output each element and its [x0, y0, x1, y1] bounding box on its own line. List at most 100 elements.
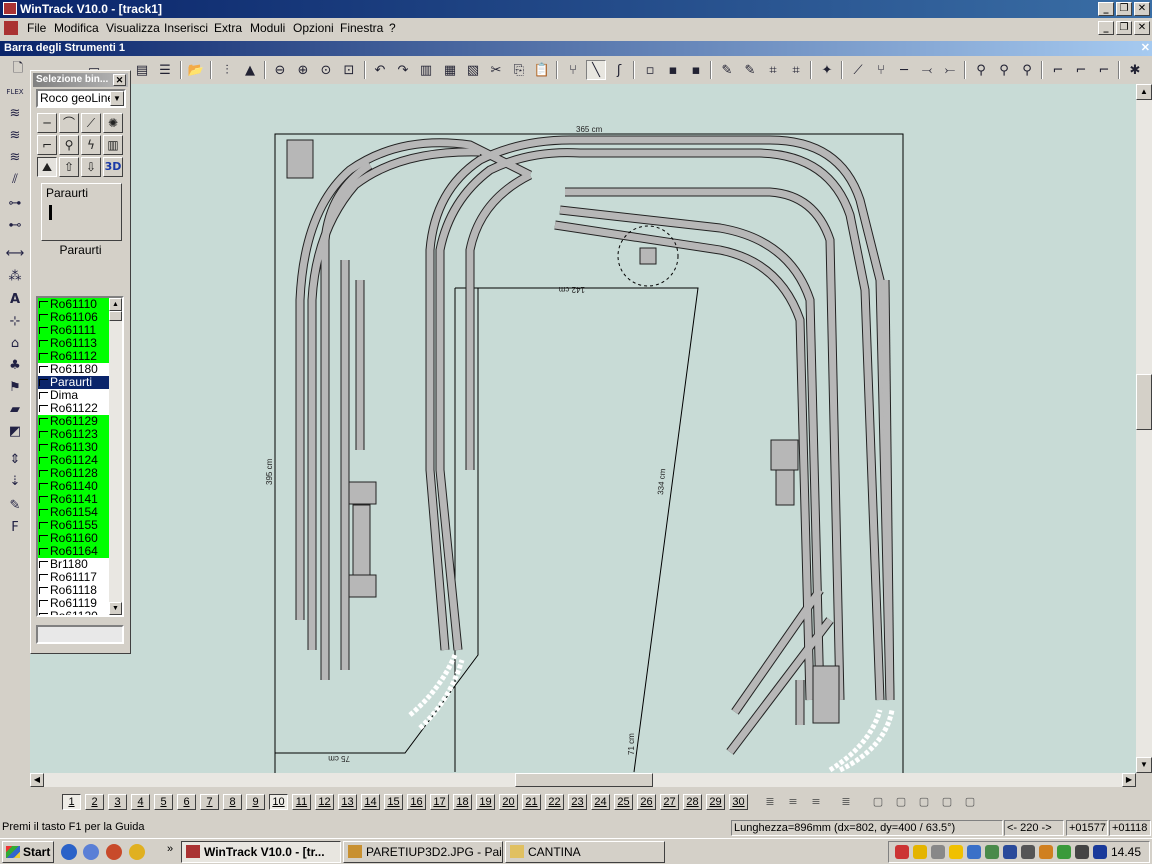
open-folder-icon[interactable]: 📂 — [186, 60, 206, 80]
redo-icon[interactable]: ↷ — [393, 60, 413, 80]
tray-3-icon[interactable] — [931, 845, 945, 859]
insert-icon[interactable]: ✦ — [817, 60, 837, 80]
chevron-down-icon[interactable]: ▼ — [110, 91, 124, 106]
zoom-window-icon[interactable]: ⊙ — [316, 60, 336, 80]
page-button[interactable]: 1 — [62, 794, 81, 810]
block-1-icon[interactable]: ▫ — [640, 60, 660, 80]
toolbar-close-icon[interactable]: ✕ — [1141, 41, 1150, 56]
measure-3-icon[interactable]: ⟷ — [5, 246, 25, 264]
page-button[interactable]: 23 — [568, 794, 587, 810]
scroll-right-icon[interactable]: ▶ — [1122, 773, 1136, 787]
doc-close-button[interactable]: ✕ — [1134, 21, 1150, 35]
measure-1-icon[interactable]: ⊶ — [5, 196, 25, 214]
switch-track-icon[interactable]: ⑂ — [563, 60, 583, 80]
tool-h-icon[interactable]: ⚲ — [1017, 60, 1037, 80]
track-system-select[interactable]: Roco geoLine H ▼ — [36, 89, 126, 108]
page-button[interactable]: 28 — [683, 794, 702, 810]
menu-file[interactable]: File — [27, 21, 46, 35]
menu-opzioni[interactable]: Opzioni — [293, 21, 334, 35]
page-button[interactable]: 27 — [660, 794, 679, 810]
tray-11-icon[interactable] — [1075, 845, 1089, 859]
3d-view-icon[interactable]: 3D — [103, 157, 123, 177]
undo-icon[interactable]: ↶ — [370, 60, 390, 80]
volume-icon[interactable] — [1021, 845, 1035, 859]
list-item[interactable]: Ro61120 — [38, 610, 110, 615]
signal-icon[interactable]: ⊹ — [5, 314, 25, 332]
page-button[interactable]: 12 — [315, 794, 334, 810]
zoom-in-icon[interactable]: ⊕ — [293, 60, 313, 80]
tool-g-icon[interactable]: ⚲ — [994, 60, 1014, 80]
start-button[interactable]: Start — [2, 841, 54, 863]
menu-extra[interactable]: Extra — [214, 21, 242, 35]
tool-b-icon[interactable]: ⑂ — [871, 60, 891, 80]
outlook-icon[interactable] — [83, 844, 99, 860]
palette-title[interactable]: Selezione bin... ✕ — [33, 73, 128, 87]
book-icon[interactable]: ▥ — [416, 60, 436, 80]
page-button[interactable]: 14 — [361, 794, 380, 810]
menu-finestra[interactable]: Finestra — [340, 21, 383, 35]
restore-button[interactable]: ❐ — [1116, 2, 1132, 16]
down-icon[interactable]: ⇩ — [81, 157, 101, 177]
horizontal-scroll-thumb[interactable] — [515, 773, 653, 787]
rail-2-icon[interactable]: ≋ — [5, 128, 25, 146]
taskbar-task[interactable]: CANTINA — [505, 841, 665, 863]
horizontal-scrollbar[interactable]: ◀ ▶ — [30, 773, 1136, 787]
scroll-thumb[interactable] — [109, 311, 122, 321]
parts-filter-input[interactable] — [36, 625, 124, 644]
catenary-icon[interactable]: ⌐ — [37, 135, 57, 155]
page-button[interactable]: 30 — [729, 794, 748, 810]
layers-stack-icon[interactable]: ≣ — [760, 794, 780, 810]
doc-minimize-button[interactable]: _ — [1098, 21, 1114, 35]
tray-9-icon[interactable] — [1039, 845, 1053, 859]
height-1-icon[interactable]: ⇕ — [5, 452, 25, 470]
doc-restore-button[interactable]: ❐ — [1116, 21, 1132, 35]
tool-f-icon[interactable]: ⚲ — [971, 60, 991, 80]
ie-icon[interactable] — [61, 844, 77, 860]
paste-icon[interactable]: 📋 — [532, 60, 552, 80]
figure-icon[interactable]: ⚑ — [5, 380, 25, 398]
text-tool-icon[interactable]: A — [5, 292, 25, 310]
scroll-down-icon[interactable]: ▼ — [109, 602, 122, 615]
edit-2-icon[interactable]: ✎ — [740, 60, 760, 80]
menu-visualizza[interactable]: Visualizza — [106, 21, 160, 35]
taskbar-task[interactable]: PARETIUP3D2.JPG - Paint — [343, 841, 503, 863]
tool-e-icon[interactable]: ⤚ — [940, 60, 960, 80]
flex-track-icon[interactable]: ʃ — [609, 60, 629, 80]
menu-moduli[interactable]: Moduli — [250, 21, 285, 35]
landscape-icon[interactable]: ▰ — [5, 402, 25, 420]
app-icon[interactable] — [3, 2, 17, 15]
chart-icon[interactable]: ◩ — [5, 424, 25, 442]
page-button[interactable]: 18 — [453, 794, 472, 810]
straight-track-icon[interactable]: ─ — [37, 113, 57, 133]
media-icon[interactable] — [106, 844, 122, 860]
chevron-right-icon[interactable]: » — [167, 843, 173, 855]
f-tool-icon[interactable]: F — [5, 520, 25, 538]
zoom-out-icon[interactable]: ⊖ — [270, 60, 290, 80]
page-button[interactable]: 22 — [545, 794, 564, 810]
zoom-all-icon[interactable]: ⊡ — [339, 60, 359, 80]
layer-blue-icon[interactable]: ≣ — [836, 794, 856, 810]
page-button[interactable]: 29 — [706, 794, 725, 810]
page-button[interactable]: 21 — [522, 794, 541, 810]
cut-icon[interactable]: ✂ — [486, 60, 506, 80]
tool-d-icon[interactable]: ⤙ — [917, 60, 937, 80]
vertical-scrollbar[interactable]: ▲ ▼ — [1136, 84, 1152, 773]
print-preview-icon[interactable]: ▤ — [132, 60, 152, 80]
page-button[interactable]: 25 — [614, 794, 633, 810]
list-icon[interactable]: ☰ — [155, 60, 175, 80]
track-layout[interactable]: 365 cm 395 cm 142 cm 334 cm 75 cm 71 cm — [30, 84, 1136, 773]
new-file-icon[interactable]: 🗋 — [8, 60, 28, 80]
tree-icon[interactable]: ♣ — [5, 358, 25, 376]
block-3-icon[interactable]: ▪ — [686, 60, 706, 80]
drawing-canvas[interactable]: 365 cm 395 cm 142 cm 334 cm 75 cm 71 cm — [30, 84, 1136, 773]
flex-label-icon[interactable]: FLEX — [5, 88, 25, 106]
switch-small-icon[interactable]: ⟋ — [81, 113, 101, 133]
rail-3-icon[interactable]: ≋ — [5, 150, 25, 168]
menu-help[interactable]: ? — [389, 21, 396, 35]
page-button[interactable]: 24 — [591, 794, 610, 810]
layer-5-icon[interactable]: ▢ — [960, 794, 980, 810]
mdi-doc-icon[interactable] — [4, 21, 18, 35]
table-icon[interactable]: ▧ — [463, 60, 483, 80]
tray-1-icon[interactable] — [895, 845, 909, 859]
up-icon[interactable]: ⇧ — [59, 157, 79, 177]
